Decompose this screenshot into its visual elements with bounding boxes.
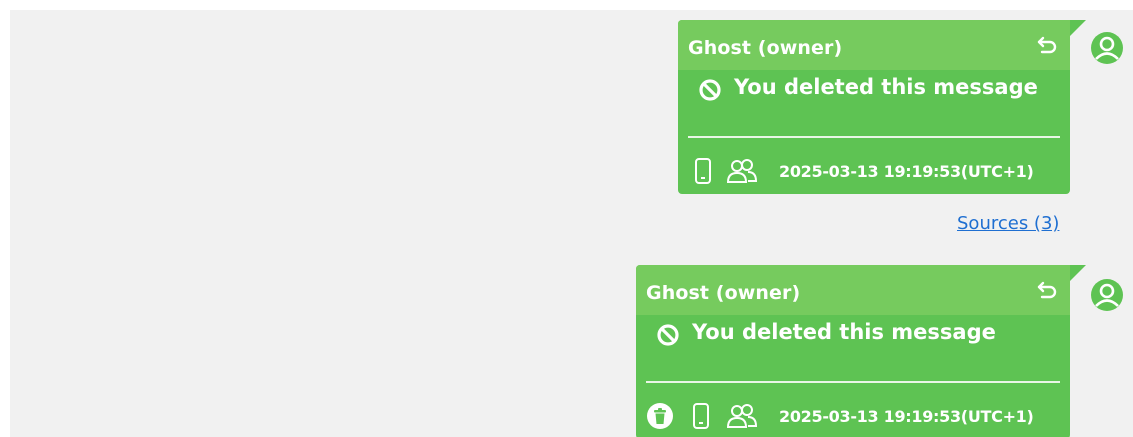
- message-bubble[interactable]: Ghost (owner) You deleted this message 2…: [636, 265, 1086, 437]
- message-header: Ghost (owner): [636, 265, 1070, 315]
- message-bubble[interactable]: Ghost (owner) You deleted this message 2…: [678, 20, 1086, 194]
- reply-icon[interactable]: [1036, 280, 1058, 300]
- left-border: [0, 0, 10, 437]
- deleted-message-text: You deleted this message: [734, 75, 1038, 99]
- chat-view: Ghost (owner) You deleted this message 2…: [0, 0, 1133, 437]
- sender-name: Ghost (owner): [646, 282, 801, 304]
- deleted-icon: [657, 324, 679, 346]
- message-body: You deleted this message: [678, 70, 1070, 116]
- message-body: You deleted this message: [636, 315, 1070, 361]
- divider: [646, 381, 1060, 383]
- trash-icon: [647, 403, 673, 429]
- group-icon: [726, 404, 758, 428]
- sender-name: Ghost (owner): [688, 37, 843, 59]
- deleted-message-text: You deleted this message: [692, 320, 996, 344]
- message-footer: 2025-03-13 19:19:53(UTC+1): [678, 150, 1070, 190]
- deleted-icon: [699, 79, 721, 101]
- group-icon: [726, 159, 758, 183]
- divider: [688, 136, 1060, 138]
- message-timestamp: 2025-03-13 19:19:53(UTC+1): [779, 407, 1034, 426]
- message-header: Ghost (owner): [678, 20, 1070, 70]
- message-footer: 2025-03-13 19:19:53(UTC+1): [636, 395, 1070, 435]
- phone-icon: [695, 158, 711, 184]
- avatar-icon: [1091, 32, 1123, 64]
- avatar-icon: [1091, 279, 1123, 311]
- reply-icon[interactable]: [1036, 35, 1058, 55]
- message-timestamp: 2025-03-13 19:19:53(UTC+1): [779, 162, 1034, 181]
- sources-link[interactable]: Sources (3): [957, 213, 1059, 234]
- top-border: [0, 0, 1133, 10]
- phone-icon: [693, 403, 709, 429]
